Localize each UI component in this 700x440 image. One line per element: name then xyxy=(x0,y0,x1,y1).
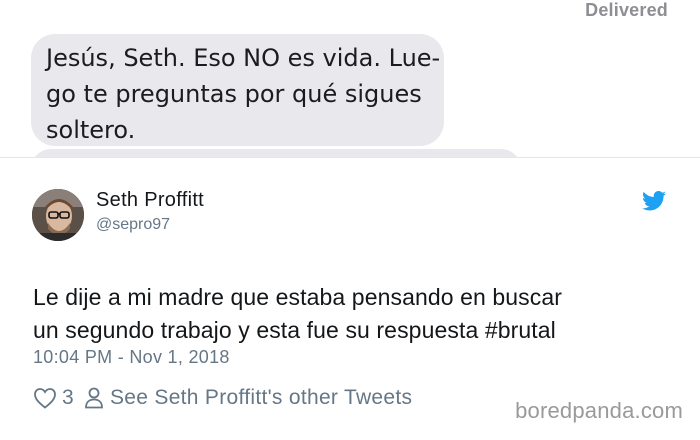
message-bubble: Jesús, Seth. Eso NO es vida. Lue- go te … xyxy=(31,34,444,146)
tweet-actions: 3 See Seth Proffitt's other Tweets xyxy=(33,384,412,412)
message-line: go te preguntas por qué sigues xyxy=(46,80,422,108)
tweet-card: Seth Proffitt @sepro97 Le dije a mi madr… xyxy=(0,157,700,440)
tweet-text-line: un segundo trabajo y esta fue su respues… xyxy=(33,317,556,343)
avatar[interactable] xyxy=(32,189,84,241)
twitter-bird-icon[interactable] xyxy=(642,191,666,211)
other-tweets-link[interactable]: See Seth Proffitt's other Tweets xyxy=(110,386,412,410)
tweet-text: Le dije a mi madre que estaba pensando e… xyxy=(33,281,673,347)
watermark: boredpanda.com xyxy=(515,398,683,423)
message-line: soltero. xyxy=(46,116,136,144)
tweet-timestamp[interactable]: 10:04 PM - Nov 1, 2018 xyxy=(33,347,230,368)
author-handle[interactable]: @sepro97 xyxy=(96,216,170,234)
delivered-status: Delivered xyxy=(585,0,668,20)
tweet-text-line: Le dije a mi madre que estaba pensando e… xyxy=(33,284,563,310)
message-line: Jesús, Seth. Eso NO es vida. Lue- xyxy=(46,44,441,72)
person-icon xyxy=(85,387,103,409)
imessage-screenshot: Delivered Jesús, Seth. Eso NO es vida. L… xyxy=(0,0,700,157)
author-name[interactable]: Seth Proffitt xyxy=(96,189,204,212)
like-count[interactable]: 3 xyxy=(62,386,74,410)
heart-icon[interactable] xyxy=(33,387,57,409)
message-bubble-partial xyxy=(31,149,521,157)
